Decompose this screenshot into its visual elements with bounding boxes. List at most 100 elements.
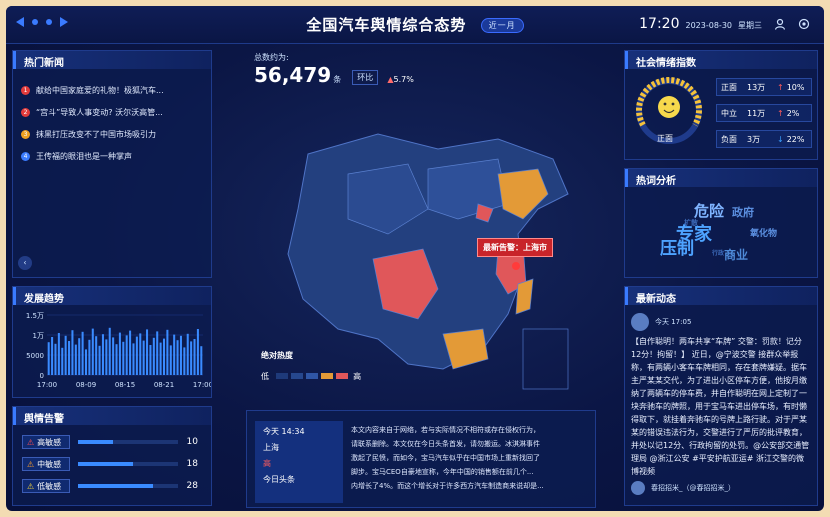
trend-bar[interactable] — [176, 340, 179, 375]
hotword[interactable]: 氧化物 — [750, 226, 777, 239]
sentiment-row[interactable]: 负面 3万 ↓ 22% — [716, 130, 812, 148]
trend-bar[interactable] — [129, 330, 132, 375]
scroll-left-icon[interactable]: ‹ — [18, 256, 32, 270]
trend-bar[interactable] — [81, 331, 84, 375]
trend-bar[interactable] — [74, 344, 77, 375]
trend-bar[interactable] — [54, 343, 57, 375]
arrow-up-icon: ↑ — [777, 108, 784, 118]
event-content: 本文内容来自于网络，若与实际情况不相符或存在侵权行为， 请联系删除。本文仅在今日… — [351, 423, 591, 493]
trend-bar[interactable] — [142, 340, 145, 375]
trend-bar[interactable] — [95, 336, 98, 375]
trend-bar[interactable] — [115, 344, 118, 375]
trend-bar[interactable] — [91, 328, 94, 375]
trend-bar[interactable] — [146, 329, 149, 375]
event-city: 上海 — [263, 443, 279, 452]
y-tick-label: 1万 — [33, 332, 44, 340]
legend-swatch — [305, 373, 318, 379]
event-line: 本文内容来自于网络，若与实际情况不相符或存在侵权行为， — [351, 426, 540, 434]
trend-bar[interactable] — [118, 332, 121, 375]
alert-row-low[interactable]: ⚠ 低敏感 28 — [22, 478, 202, 494]
trend-bar[interactable] — [166, 329, 169, 375]
news-text: 献给中国家庭爱的礼物！极狐汽车... — [36, 85, 164, 95]
trend-bar[interactable] — [152, 337, 155, 375]
clock-time: 17:20 — [639, 16, 680, 32]
trend-bar[interactable] — [135, 336, 138, 375]
trend-bar[interactable] — [98, 345, 101, 375]
trend-bar[interactable] — [169, 345, 172, 375]
warning-icon: ⚠ — [27, 437, 35, 447]
x-tick-label: 17:00 — [193, 381, 211, 389]
hotword[interactable]: 商业 — [724, 246, 748, 263]
trend-bar[interactable] — [149, 345, 152, 375]
alert-value: 18 — [186, 459, 198, 469]
trend-bar[interactable] — [51, 337, 54, 375]
trend-bar[interactable] — [139, 333, 142, 375]
huanbi-value: 5.7% — [393, 75, 414, 84]
trend-bar[interactable] — [122, 341, 125, 375]
map-region-hot[interactable] — [515, 278, 534, 315]
event-line: 激起了民愤，而如今，宝马汽车似乎在中国市场上重新找回了 — [351, 454, 540, 462]
trend-bar[interactable] — [156, 331, 159, 375]
sentiment-row[interactable]: 中立 11万 ↑ 2% — [716, 104, 812, 122]
hotword[interactable]: 行政 — [712, 248, 724, 257]
trend-bar[interactable] — [190, 341, 193, 375]
news-item[interactable]: 1 献给中国家庭爱的礼物！极狐汽车... — [21, 79, 203, 101]
hotword[interactable]: 压制 — [660, 234, 694, 259]
next-post[interactable]: 春招招米_（@春招招米_） — [625, 475, 817, 501]
trend-bar[interactable] — [125, 335, 128, 375]
trend-bar[interactable] — [78, 338, 81, 375]
arrow-up-icon: ↑ — [777, 82, 784, 92]
trend-bar[interactable] — [108, 327, 111, 375]
gauge-label: 正面 — [657, 134, 673, 143]
range-pill[interactable]: 近一月 — [480, 18, 524, 33]
total-label: 总数约为: — [254, 53, 289, 62]
trend-bar[interactable] — [162, 338, 166, 375]
event-line: 脚步。宝马CEO自豪地宣称，今年中国的销售额在前几个... — [351, 468, 534, 476]
trend-bar[interactable] — [68, 341, 71, 375]
hotword[interactable]: 危险 — [694, 200, 724, 221]
trend-bar[interactable] — [179, 335, 182, 375]
legend-swatch — [320, 373, 333, 379]
news-text: “宫斗”导致人事变动? 沃尔沃高管... — [36, 107, 163, 117]
sentiment-change: 2% — [786, 108, 800, 118]
news-item[interactable]: 3 抹黑打压改变不了中国市场吸引力 — [21, 123, 203, 145]
trend-bar[interactable] — [71, 330, 74, 375]
trend-bar[interactable] — [61, 347, 64, 375]
news-item[interactable]: 2 “宫斗”导致人事变动? 沃尔沃高管... — [21, 101, 203, 123]
sentiment-change: 10% — [786, 82, 805, 92]
settings-icon[interactable] — [798, 18, 810, 30]
trend-bar[interactable] — [112, 337, 115, 375]
avatar[interactable] — [631, 313, 649, 331]
trend-bar[interactable] — [196, 329, 199, 375]
trend-title: 发展趋势 — [13, 287, 211, 305]
hot-news-list: 1 献给中国家庭爱的礼物！极狐汽车... 2 “宫斗”导致人事变动? 沃尔沃高管..… — [13, 69, 211, 177]
trend-bar[interactable] — [200, 346, 203, 375]
trend-bar[interactable] — [88, 339, 91, 375]
trend-bar[interactable] — [105, 339, 108, 375]
trend-bar[interactable] — [159, 342, 162, 375]
trend-bar[interactable] — [132, 343, 135, 375]
x-tick-label: 08-15 — [115, 381, 135, 389]
huanbi-label: 环比 — [352, 70, 379, 85]
trend-bar[interactable] — [183, 347, 186, 375]
trend-bar[interactable] — [186, 333, 189, 375]
alert-row-mid[interactable]: ⚠ 中敏感 18 — [22, 456, 202, 472]
news-item[interactable]: 4 王传福的眼泪也是一种掌声 — [21, 145, 203, 167]
trend-bar[interactable] — [193, 339, 196, 375]
sentiment-row[interactable]: 正面 13万 ↑ 10% — [716, 78, 812, 96]
trend-bar[interactable] — [57, 333, 60, 375]
alert-bar-fill — [78, 484, 153, 488]
alert-marker-icon[interactable] — [512, 262, 520, 270]
trend-bar[interactable] — [173, 334, 176, 375]
trend-bar[interactable] — [64, 335, 67, 375]
legend-title: 绝对热度 — [261, 351, 293, 360]
hotword[interactable]: 政府 — [732, 204, 754, 220]
trend-bar[interactable] — [101, 334, 104, 375]
trend-bar[interactable] — [47, 342, 50, 375]
alert-row-high[interactable]: ⚠ 高敏感 10 — [22, 434, 202, 450]
user-icon[interactable] — [774, 18, 786, 30]
trend-bar[interactable] — [84, 349, 88, 375]
hot-news-title: 热门新闻 — [13, 51, 211, 69]
map-alert-callout[interactable]: 最新告警：上海市 — [477, 238, 553, 257]
event-line: 内增长了4%。而这个增长对于许多西方汽车制造商来说却是... — [351, 482, 544, 490]
